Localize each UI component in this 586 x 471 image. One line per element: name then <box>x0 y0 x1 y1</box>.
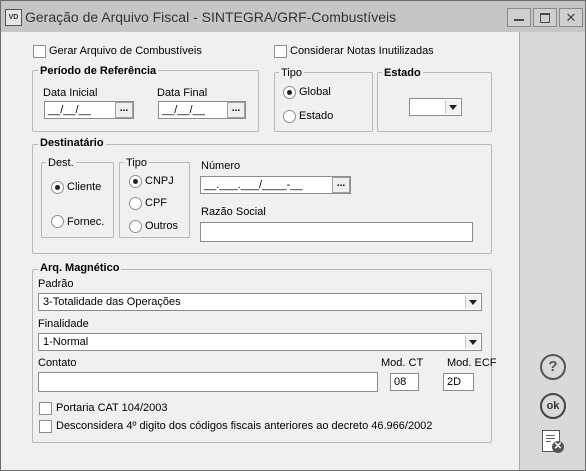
tipo-title: Tipo <box>279 67 304 79</box>
tipo-estado-radio[interactable] <box>283 110 296 123</box>
dest-title: Dest. <box>46 157 76 169</box>
tipo-cpf-label: CPF <box>145 197 167 209</box>
contato-input[interactable] <box>38 372 378 392</box>
minimize-icon <box>514 19 524 21</box>
window-title: Geração de Arquivo Fiscal - SINTEGRA/GRF… <box>25 9 397 25</box>
desconsidera-checkbox[interactable] <box>39 420 52 433</box>
tipo-estado-label: Estado <box>299 110 334 122</box>
numero-lookup-button[interactable]: ... <box>332 177 350 193</box>
close-button[interactable]: ✕ <box>559 8 583 27</box>
maximize-button[interactable] <box>533 8 557 27</box>
dest-fornec-radio[interactable] <box>51 215 64 228</box>
razao-social-input[interactable] <box>200 222 473 242</box>
finalidade-select[interactable]: 1-Normal <box>38 333 482 351</box>
tipo-outros-label: Outros <box>145 220 179 232</box>
periodo-title: Período de Referência <box>38 65 159 77</box>
contato-label: Contato <box>38 357 77 369</box>
cancel-document-icon[interactable]: ✕ <box>542 430 564 453</box>
tipo-doc-title: Tipo <box>124 157 149 169</box>
document-line <box>546 435 555 436</box>
tipo-global-label: Global <box>299 86 331 98</box>
chevron-down-icon[interactable] <box>465 335 480 349</box>
title-bar[interactable]: VD Geração de Arquivo Fiscal - SINTEGRA/… <box>1 1 585 32</box>
tipo-cnpj-label: CNPJ <box>145 175 174 187</box>
data-inicial-label: Data Inicial <box>43 87 98 99</box>
desconsidera-label: Desconsidera 4º digito dos códigos fisca… <box>56 420 433 432</box>
tipo-outros-radio[interactable] <box>129 220 142 233</box>
dest-fornec-label: Fornec. <box>67 216 105 228</box>
razao-social-label: Razão Social <box>201 206 266 218</box>
finalidade-label: Finalidade <box>38 318 89 330</box>
help-icon[interactable]: ? <box>540 354 566 380</box>
cancel-x-icon: ✕ <box>552 441 564 453</box>
padrao-label: Padrão <box>38 278 74 290</box>
chevron-down-icon[interactable] <box>465 295 480 309</box>
mod-ecf-input[interactable]: 2D <box>443 373 474 391</box>
considerar-inutilizadas-label: Considerar Notas Inutilizadas <box>290 45 434 57</box>
data-final-picker-button[interactable]: ... <box>227 102 245 118</box>
maximize-icon <box>540 13 550 23</box>
form-area: Gerar Arquivo de Combustíveis Considerar… <box>7 32 517 470</box>
considerar-inutilizadas-checkbox[interactable] <box>274 45 287 58</box>
estado-title: Estado <box>382 67 423 79</box>
dest-cliente-label: Cliente <box>67 181 102 193</box>
tipo-cnpj-radio[interactable] <box>129 175 142 188</box>
destinatario-title: Destinatário <box>38 137 106 149</box>
dest-cliente-radio[interactable] <box>51 181 64 194</box>
mod-ecf-label: Mod. ECF <box>447 357 497 369</box>
numero-input[interactable]: __.___.___/____-__ <box>200 176 351 194</box>
padrao-select-value: 3-Totalidade das Operações <box>43 296 181 308</box>
gerar-combustiveis-label: Gerar Arquivo de Combustíveis <box>49 45 202 57</box>
document-line <box>546 438 555 439</box>
finalidade-select-value: 1-Normal <box>43 336 89 348</box>
portaria-checkbox[interactable] <box>39 402 52 415</box>
tipo-global-radio[interactable] <box>283 86 296 99</box>
mod-ct-input[interactable]: 08 <box>390 373 419 391</box>
app-icon: VD <box>5 9 22 26</box>
padrao-select[interactable]: 3-Totalidade das Operações <box>38 293 482 311</box>
action-sidebar: ? ok ✕ <box>519 32 585 470</box>
minimize-button[interactable] <box>507 8 531 27</box>
data-inicial-picker-button[interactable]: ... <box>115 102 133 118</box>
chevron-down-icon[interactable] <box>445 100 460 114</box>
estado-select[interactable] <box>409 98 462 116</box>
dialog-window: VD Geração de Arquivo Fiscal - SINTEGRA/… <box>0 0 586 471</box>
portaria-label: Portaria CAT 104/2003 <box>56 402 168 414</box>
document-line <box>546 441 551 442</box>
gerar-combustiveis-checkbox[interactable] <box>33 45 46 58</box>
ok-icon[interactable]: ok <box>540 393 566 419</box>
numero-label: Número <box>201 160 241 172</box>
data-final-label: Data Final <box>157 87 208 99</box>
close-icon: ✕ <box>565 10 577 25</box>
tipo-group <box>274 72 373 132</box>
arq-magnetico-title: Arq. Magnético <box>38 262 122 274</box>
tipo-cpf-radio[interactable] <box>129 197 142 210</box>
mod-ct-label: Mod. CT <box>381 357 424 369</box>
